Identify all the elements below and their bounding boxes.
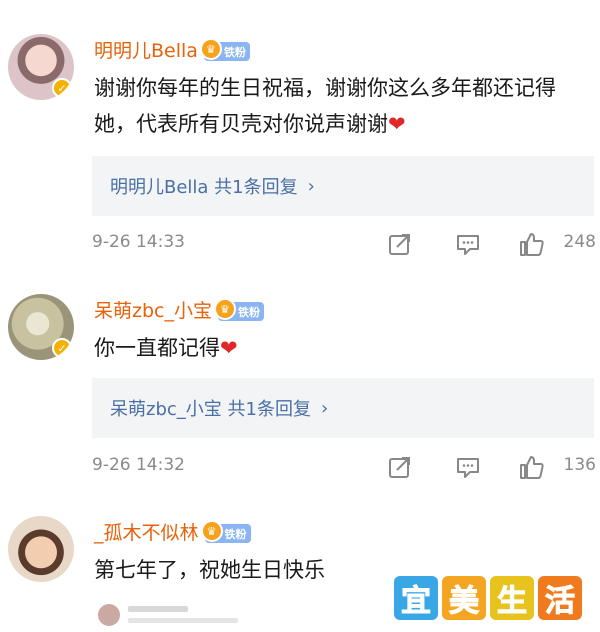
verified-badge-icon: ✓: [52, 78, 72, 98]
chevron-right-icon: ›: [307, 175, 315, 197]
reply-summary[interactable]: 明明儿Bella 共1条回复 ›: [92, 156, 594, 216]
watermark-char: 生: [490, 576, 534, 620]
fan-crown-icon: ♛: [213, 298, 236, 320]
avatar[interactable]: ✓: [8, 294, 74, 360]
fan-badge-label: 铁粉: [223, 45, 246, 59]
username[interactable]: 明明儿Bella ♛ 铁粉: [94, 36, 250, 63]
comment-meta: 9-26 14:33 248: [92, 229, 596, 259]
comment-icon[interactable]: [454, 230, 482, 258]
heart-icon: ❤: [388, 112, 406, 136]
watermark-char: 宜: [394, 576, 438, 620]
fan-crown-icon: ♛: [199, 38, 222, 60]
share-icon[interactable]: [386, 230, 414, 258]
fan-badge-label: 铁粉: [224, 527, 247, 541]
like-icon[interactable]: [518, 453, 546, 481]
fan-badge: ♛ 铁粉: [199, 38, 250, 61]
chevron-right-icon: ›: [320, 397, 329, 419]
username-label[interactable]: 呆萌zbc_小宝: [94, 300, 212, 322]
fan-badge-label: 铁粉: [237, 305, 260, 319]
comment-text: 你一直都记得❤: [94, 330, 594, 366]
comment-body: 谢谢你每年的生日祝福，谢谢你这么多年都还记得她，代表所有贝壳对你说声谢谢: [94, 76, 556, 136]
timestamp: 9-26 14:32: [92, 455, 185, 475]
comment-body: 第七年了，祝她生日快乐: [94, 558, 325, 582]
next-comment-preview: [98, 600, 318, 630]
comment-body: 你一直都记得: [94, 336, 220, 360]
reply-summary-label: 明明儿Bella 共1条回复: [110, 177, 298, 198]
username[interactable]: 呆萌zbc_小宝 ♛ 铁粉: [94, 296, 264, 323]
timestamp: 9-26 14:33: [92, 232, 185, 252]
comment-meta: 9-26 14:32 136: [92, 452, 596, 482]
verified-badge-icon: ✓: [52, 338, 72, 358]
like-count: 248: [563, 232, 596, 252]
username[interactable]: _孤木不似林 ♛ 铁粉: [94, 518, 251, 545]
watermark-logo: 宜 美 生 活: [394, 576, 582, 620]
avatar[interactable]: ✓: [8, 34, 74, 100]
reply-summary-label: 呆萌zbc_小宝 共1条回复: [110, 399, 311, 420]
reply-summary[interactable]: 呆萌zbc_小宝 共1条回复 ›: [92, 378, 594, 438]
fan-badge: ♛ 铁粉: [200, 520, 251, 543]
username-label[interactable]: 明明儿Bella: [94, 40, 198, 62]
fan-crown-icon: ♛: [200, 520, 223, 542]
username-label[interactable]: _孤木不似林: [94, 522, 199, 544]
comment-icon[interactable]: [454, 453, 482, 481]
watermark-char: 活: [538, 576, 582, 620]
like-icon[interactable]: [518, 230, 546, 258]
fan-badge: ♛ 铁粉: [213, 298, 264, 321]
heart-icon: ❤: [220, 336, 238, 360]
comment-text: 谢谢你每年的生日祝福，谢谢你这么多年都还记得她，代表所有贝壳对你说声谢谢❤: [94, 70, 594, 142]
watermark-char: 美: [442, 576, 486, 620]
share-icon[interactable]: [386, 453, 414, 481]
avatar[interactable]: [8, 516, 74, 582]
like-count: 136: [563, 455, 596, 475]
